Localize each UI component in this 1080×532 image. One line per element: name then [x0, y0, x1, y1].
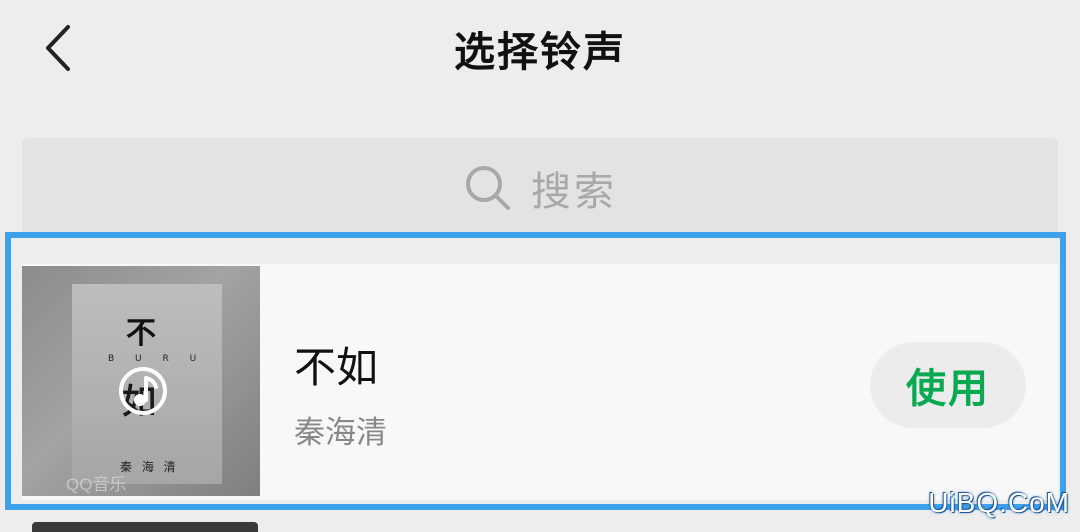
- next-list-item-cover[interactable]: [32, 522, 258, 532]
- search-input[interactable]: 搜索: [22, 138, 1058, 238]
- search-placeholder: 搜索: [531, 169, 617, 215]
- music-note-icon: [119, 367, 167, 415]
- watermark: UiBQ.CoM: [928, 487, 1070, 518]
- cover-artist: 秦 海 清: [120, 460, 179, 474]
- list-item[interactable]: 不 B U R U 如 秦 海 清 QQ音乐 不如 秦海清 使用: [22, 264, 1058, 500]
- cover-brand: QQ音乐: [66, 475, 127, 494]
- use-button[interactable]: 使用: [870, 342, 1026, 428]
- song-artist: 秦海清: [294, 415, 387, 451]
- page-title: 选择铃声: [454, 28, 626, 76]
- album-cover: 不 B U R U 如 秦 海 清 QQ音乐: [22, 266, 260, 496]
- cover-title: 不: [126, 316, 156, 351]
- header-bar: 选择铃声: [0, 0, 1080, 110]
- cover-subtitle: B U R U: [108, 354, 206, 364]
- search-icon: [463, 163, 513, 213]
- song-title: 不如: [294, 343, 379, 392]
